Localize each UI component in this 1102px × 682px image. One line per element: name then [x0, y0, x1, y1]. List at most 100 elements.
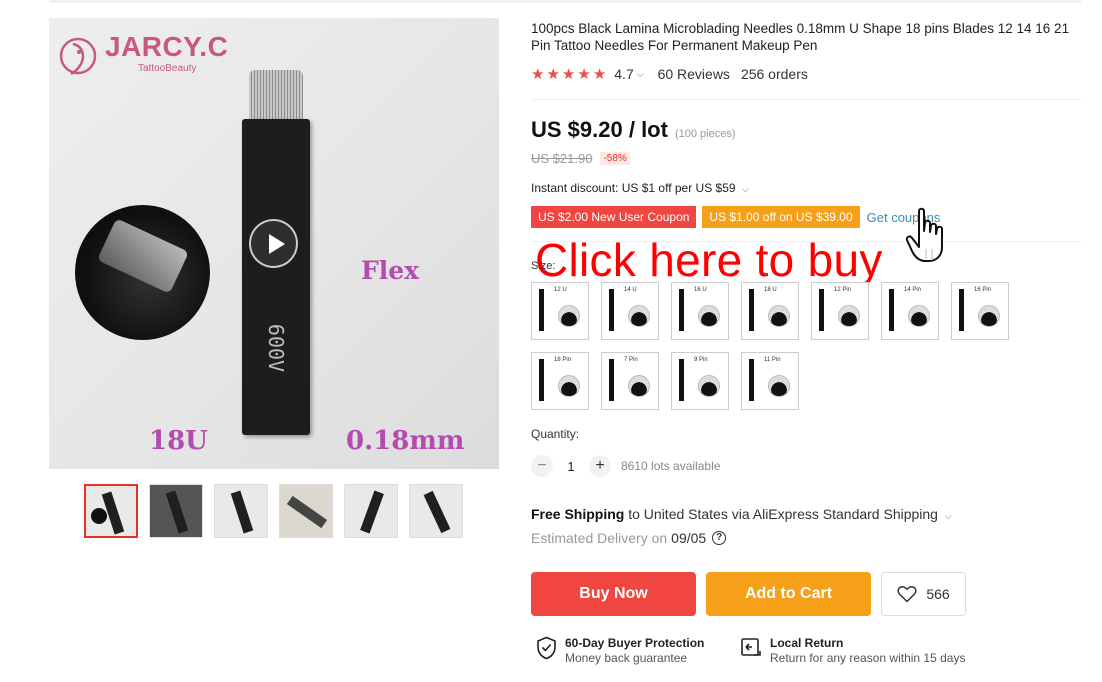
help-icon[interactable]: ? — [712, 531, 727, 545]
delivery-label: Estimated Delivery on — [531, 530, 668, 546]
rating-stars: ★ ★ ★ ★ ★ — [531, 67, 606, 82]
quantity-input[interactable]: 1 — [553, 459, 589, 474]
return-text: Local Return Return for any reason withi… — [770, 636, 965, 666]
blade-marking: 600V — [264, 323, 288, 373]
chevron-down-icon[interactable]: ⌵ — [637, 69, 644, 80]
return-title: Local Return — [770, 636, 844, 650]
size-option-blade — [749, 289, 754, 331]
brand-logo-text: JARCY.C — [105, 31, 229, 62]
size-option-tip — [908, 305, 930, 327]
size-option-label: 18 U — [764, 287, 777, 293]
thumbnail-1[interactable] — [84, 484, 138, 538]
new-user-coupon[interactable]: US $2.00 New User Coupon — [531, 206, 697, 228]
heart-icon — [897, 586, 917, 603]
buy-now-button[interactable]: Buy Now — [531, 572, 696, 616]
blade-needles — [249, 70, 303, 122]
size-option-blade — [749, 359, 754, 401]
thumb-blade — [286, 495, 328, 529]
delivery-date: 09/05 — [671, 530, 707, 546]
blade-body — [242, 119, 310, 435]
size-option-blade — [609, 359, 614, 401]
rating-value[interactable]: 4.7 — [614, 66, 633, 82]
buyer-protection: 60-Day Buyer Protection Money back guara… — [536, 636, 704, 666]
thumbnail-3[interactable] — [214, 484, 268, 538]
size-option-tip — [838, 305, 860, 327]
size-option[interactable]: 7 Pin — [601, 352, 659, 410]
reviews-link[interactable]: 60 Reviews — [658, 66, 730, 82]
size-option-label: 14 Pin — [904, 287, 922, 293]
thumbnail-4[interactable] — [279, 484, 333, 538]
thumb-blade — [360, 490, 384, 534]
image-label-flex: Flex — [361, 256, 420, 285]
local-return: Local Return Return for any reason withi… — [740, 636, 965, 666]
size-option-label: 12 Pin — [834, 287, 852, 293]
size-option-blade — [539, 289, 544, 331]
star-icon: ★ — [546, 65, 560, 83]
rating-row: ★ ★ ★ ★ ★ 4.7 ⌵ 60 Reviews 256 orders — [531, 66, 808, 82]
shipping-info[interactable]: Free Shipping to United States via AliEx… — [531, 506, 966, 522]
size-option-label: 16 Pin — [974, 287, 992, 293]
quantity-decrease-button[interactable]: − — [531, 455, 553, 477]
chevron-down-icon: ⌵ — [944, 511, 952, 521]
size-option-label: 9 Pin — [694, 357, 708, 363]
protection-text: 60-Day Buyer Protection Money back guara… — [565, 636, 704, 666]
size-option-blade — [959, 289, 964, 331]
return-box-icon — [741, 638, 761, 656]
product-page: JARCY.C TattooBeauty 600V Flex 18U 0.18m… — [0, 0, 1102, 682]
size-option[interactable]: 18 U — [741, 282, 799, 340]
orders-count: 256 orders — [740, 66, 808, 82]
star-icon: ★ — [577, 65, 591, 83]
product-title: 100pcs Black Lamina Microblading Needles… — [531, 21, 1070, 53]
size-option-label: 18 Pin — [554, 357, 572, 363]
quantity-stepper: − 1 + 8610 lots available — [531, 455, 720, 477]
price-row: US $9.20 / lot (100 pieces) — [531, 117, 736, 143]
thumbnail-6[interactable] — [409, 484, 463, 538]
size-option[interactable]: 16 U — [671, 282, 729, 340]
size-option[interactable]: 12 Pin — [811, 282, 869, 340]
size-option[interactable]: 12 U — [531, 282, 589, 340]
thumb-blade — [165, 490, 189, 534]
original-price: US $21.90 — [531, 151, 593, 166]
size-option[interactable]: 11 Pin — [741, 352, 799, 410]
thumb-circle — [91, 508, 107, 524]
protection-title: 60-Day Buyer Protection — [565, 636, 705, 650]
star-icon: ★ — [531, 65, 545, 83]
size-option-tip — [768, 305, 790, 327]
shipping-detail: to United States via AliExpress Standard… — [628, 506, 938, 522]
size-option[interactable]: 18 Pin — [531, 352, 589, 410]
instant-discount[interactable]: Instant discount: US $1 off per US $59 ⌵ — [531, 181, 763, 195]
hand-cursor-icon — [905, 207, 943, 262]
star-icon: ★ — [561, 65, 576, 83]
thumbnail-5[interactable] — [344, 484, 398, 538]
click-here-overlay[interactable]: Click here to buy — [535, 233, 883, 287]
size-option-tip — [558, 375, 580, 397]
size-option[interactable]: 16 Pin — [951, 282, 1009, 340]
add-to-cart-button[interactable]: Add to Cart — [706, 572, 871, 616]
main-product-image[interactable]: JARCY.C TattooBeauty 600V Flex 18U 0.18m… — [49, 18, 499, 469]
size-option-blade — [539, 359, 544, 401]
brand-logo-subtitle: TattooBeauty — [138, 63, 197, 74]
size-option-label: 11 Pin — [764, 357, 781, 363]
size-option[interactable]: 14 U — [601, 282, 659, 340]
size-option-tip — [558, 305, 580, 327]
thumb-blade — [423, 490, 451, 534]
wishlist-button[interactable]: 566 — [881, 572, 966, 616]
wishlist-count: 566 — [926, 586, 950, 602]
thumbnail-2[interactable] — [149, 484, 203, 538]
size-option-tip — [628, 305, 650, 327]
size-option[interactable]: 9 Pin — [671, 352, 729, 410]
size-option[interactable]: 14 Pin — [881, 282, 939, 340]
size-option-label: 14 U — [624, 287, 637, 293]
size-option-tip — [698, 375, 720, 397]
video-play-button[interactable] — [249, 219, 298, 268]
thumbnail-strip — [84, 484, 463, 538]
zoom-detail-circle — [75, 205, 210, 340]
divider — [531, 99, 1081, 100]
lot-pieces: (100 pieces) — [674, 128, 736, 140]
quantity-increase-button[interactable]: + — [589, 455, 611, 477]
size-option-blade — [679, 359, 684, 401]
spend-coupon[interactable]: US $1.00 off on US $39.00 — [702, 206, 860, 228]
size-option-blade — [889, 289, 894, 331]
coupon-row: US $2.00 New User Coupon US $1.00 off on… — [531, 206, 940, 228]
instant-discount-text: Instant discount: US $1 off per US $59 — [531, 181, 736, 195]
